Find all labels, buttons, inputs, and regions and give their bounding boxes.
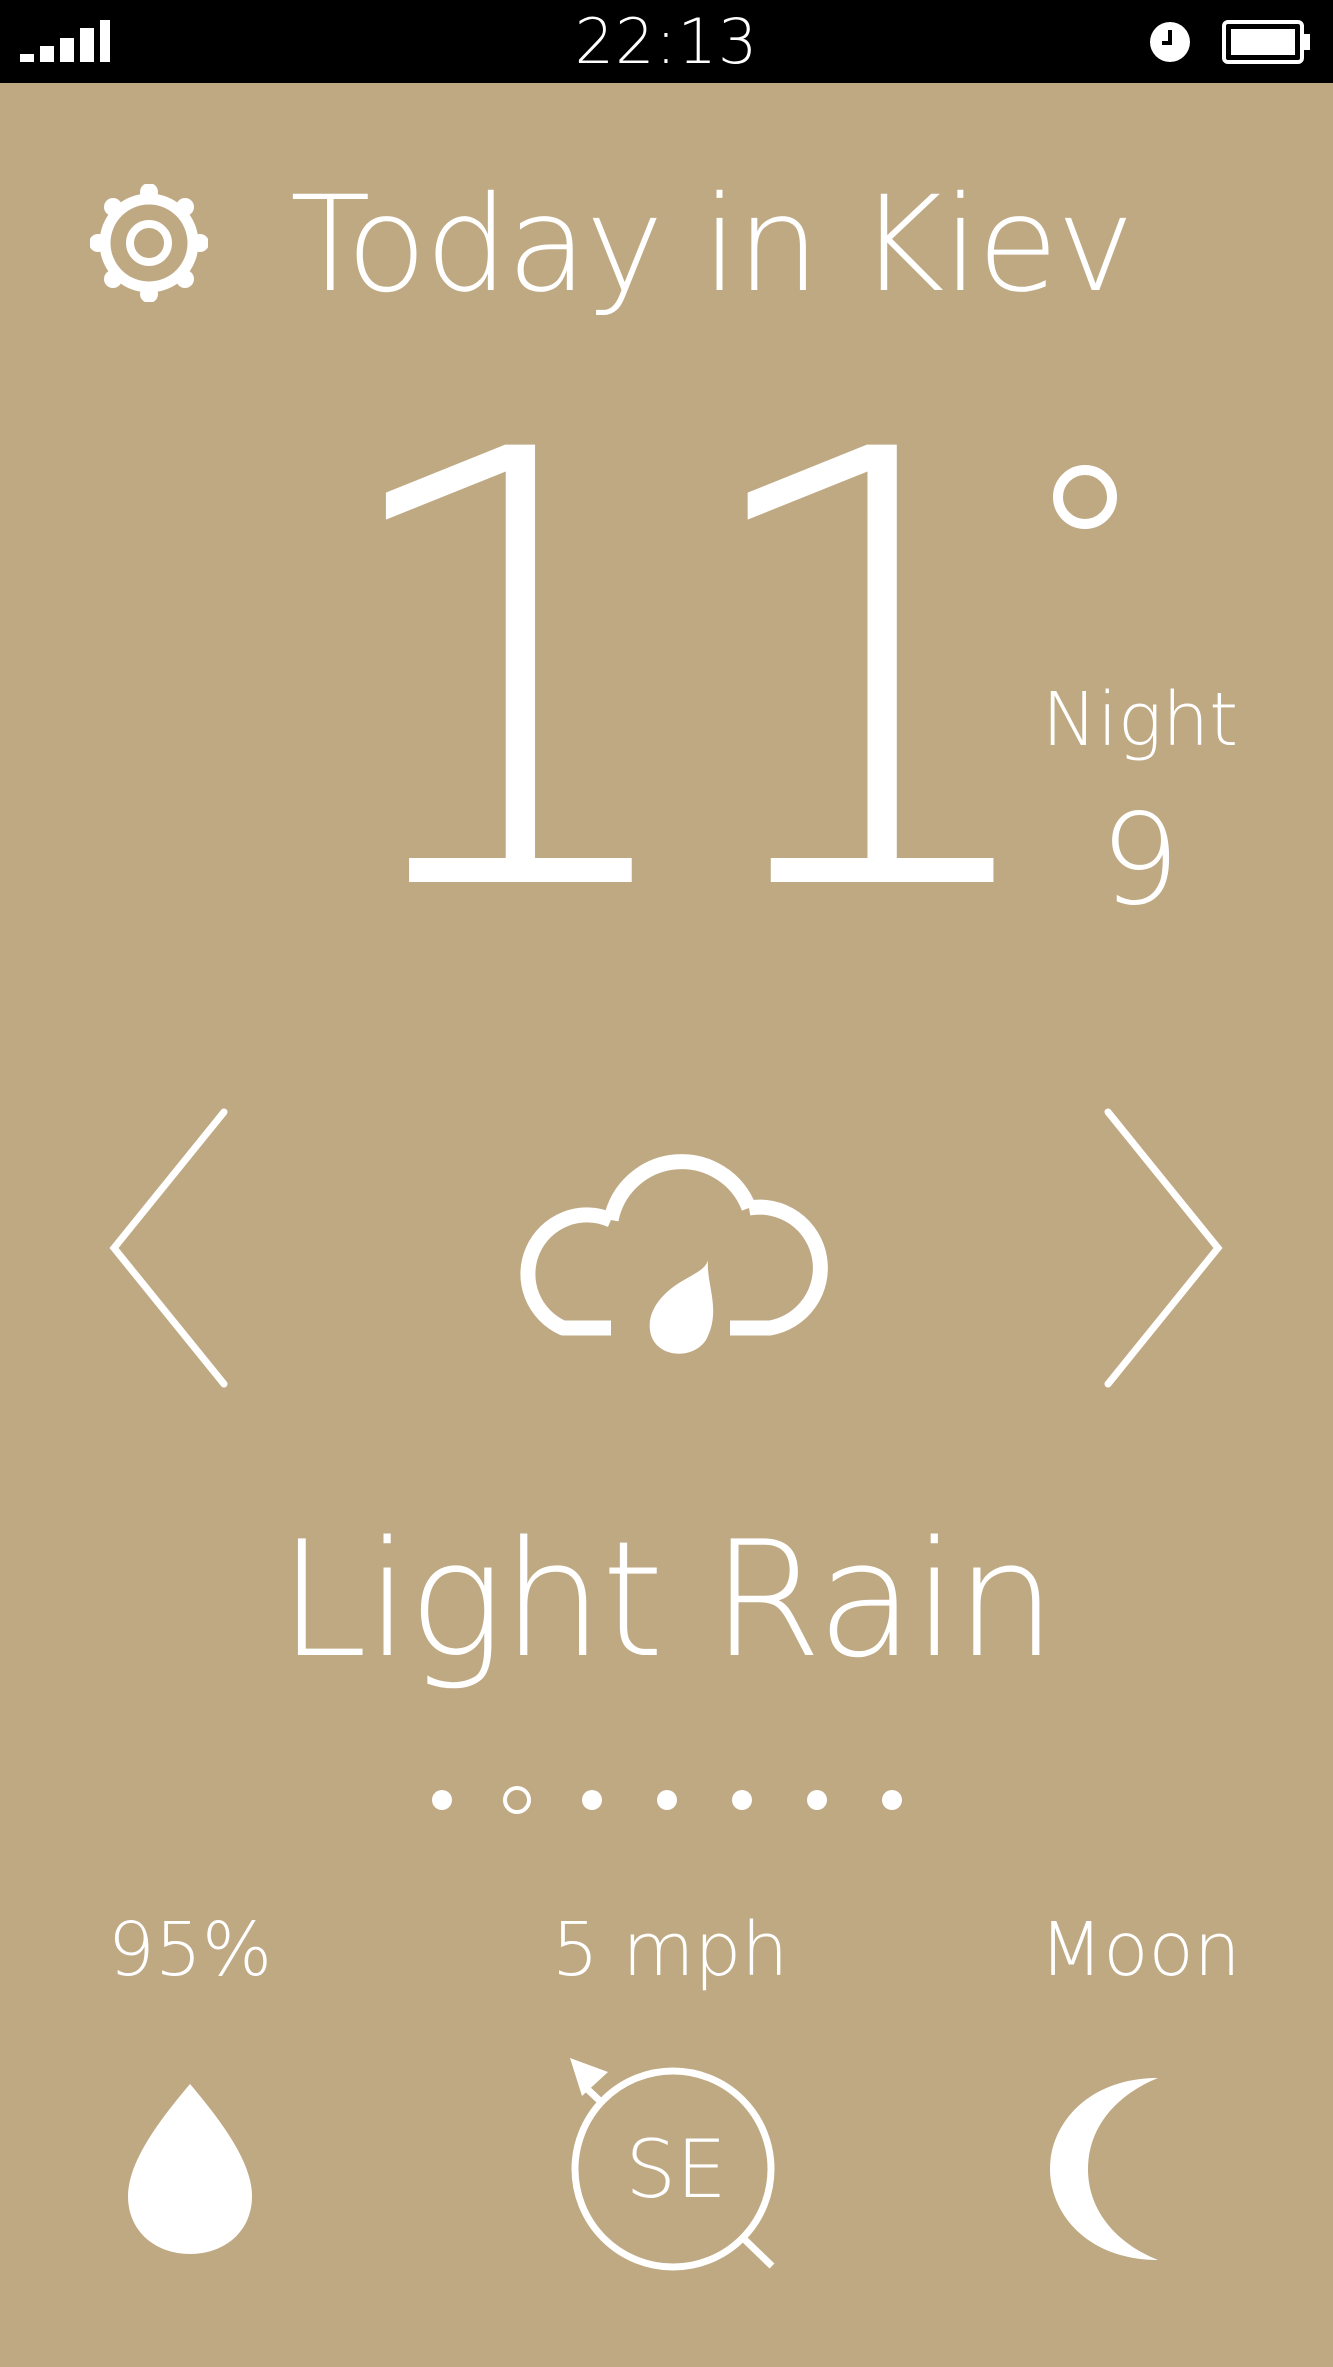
page-dot [732,1790,752,1810]
night-temperature: 9 [1099,786,1181,933]
degree-symbol [1053,465,1117,529]
battery-icon [1222,20,1310,64]
humidity-value: 95% [107,1907,273,1993]
night-label: Night [1041,677,1239,763]
page-dot [582,1790,602,1810]
page-dot [882,1790,902,1810]
wind-speed-value: 5 mph [551,1907,789,1993]
moon-label: Moon [1039,1907,1241,1993]
wind-direction: SE [625,2123,727,2216]
page-dot [807,1790,827,1810]
page-dot [432,1790,452,1810]
page-dot [657,1790,677,1810]
cloud-rain-drop-icon [520,1154,828,1354]
page-dot-active [503,1786,531,1814]
alarm-clock-icon [1150,22,1190,62]
page-title: Today in Kiev [290,168,1135,322]
page-indicator [432,1786,902,1814]
chevron-left-icon[interactable] [104,1106,234,1390]
water-drop-icon [128,2084,252,2254]
gear-icon[interactable] [90,184,208,302]
chevron-right-icon[interactable] [1098,1106,1228,1390]
current-temperature: 11 [320,325,1063,1024]
crescent-moon-icon [1050,2078,1158,2260]
status-time: 22:13 [574,5,759,78]
status-bar: 22:13 [0,0,1333,83]
weather-condition: Light Rain [278,1506,1056,1693]
